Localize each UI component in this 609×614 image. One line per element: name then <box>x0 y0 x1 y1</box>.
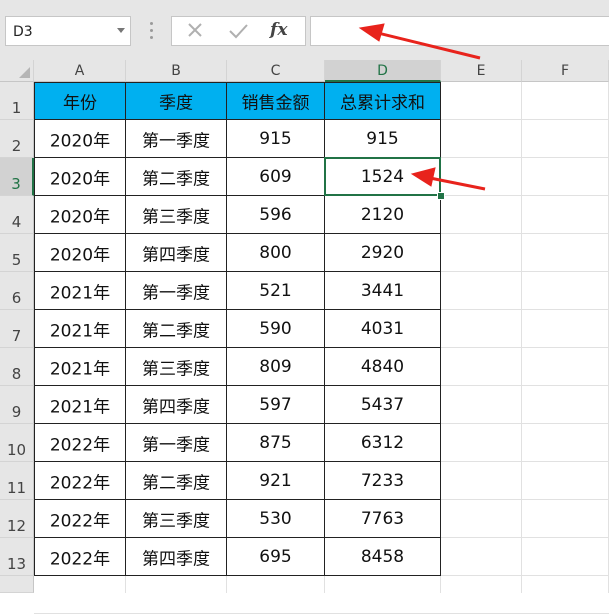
arrow-to-formula-bar <box>358 23 481 60</box>
annotation-arrows <box>358 23 486 191</box>
arrow-to-cell-d3 <box>410 167 486 191</box>
